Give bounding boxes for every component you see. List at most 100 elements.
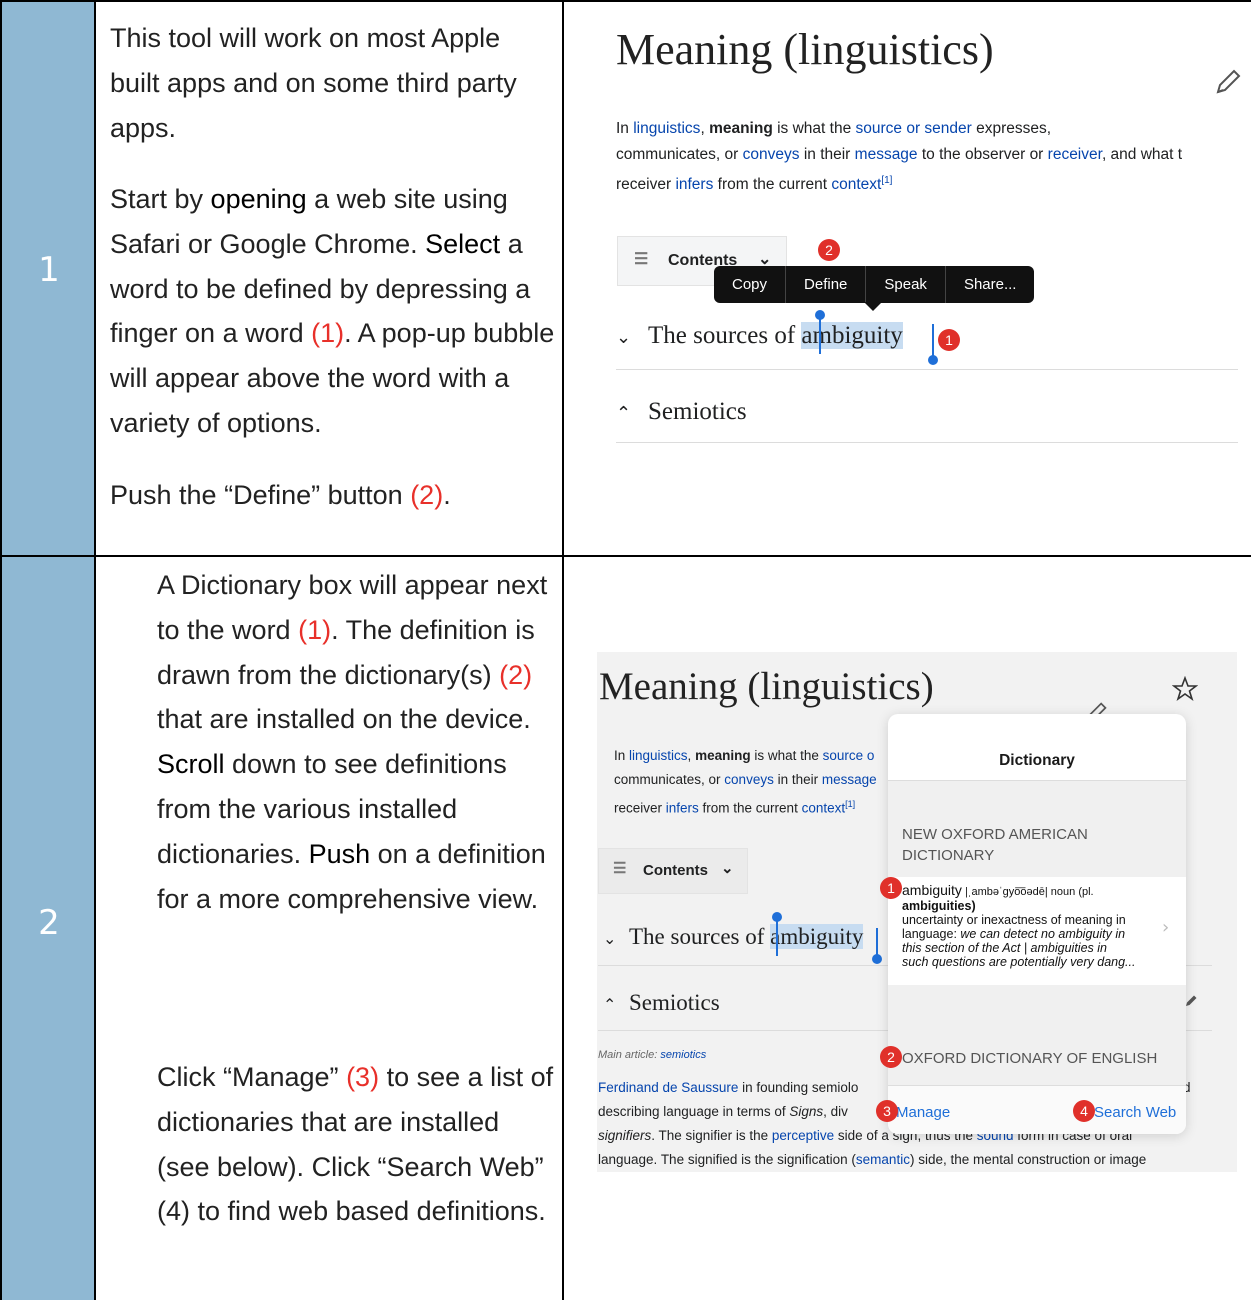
divider: [616, 369, 1238, 370]
link-semantic[interactable]: semantic: [856, 1152, 910, 1167]
callout-marker: (2): [499, 659, 533, 690]
selection-handle-dot[interactable]: [815, 310, 825, 320]
section-heading[interactable]: ⌃ Semiotics: [616, 398, 747, 426]
entry-example: such questions are potentially very dang…: [902, 955, 1136, 969]
section-title: The sources of: [629, 924, 771, 949]
link-source[interactable]: source or sender: [856, 120, 972, 137]
search-web-button[interactable]: Search Web: [1094, 1104, 1176, 1121]
link-perceptive[interactable]: perceptive: [772, 1128, 834, 1143]
citation[interactable]: [1]: [845, 799, 855, 809]
context-popup: Copy Define Speak Share...: [714, 266, 1035, 303]
link-saussure[interactable]: Ferdinand de Saussure: [598, 1080, 738, 1095]
section-title: Semiotics: [629, 990, 720, 1015]
pencil-icon[interactable]: [1214, 68, 1242, 96]
instruction-text: .: [443, 480, 451, 510]
selected-word[interactable]: ambiguity: [801, 322, 903, 349]
link-conveys[interactable]: conveys: [724, 772, 774, 787]
dictionary-header: Dictionary: [999, 752, 1075, 769]
callout-marker: (1): [311, 318, 345, 349]
screenshot-cell: Meaning (linguistics) In linguistics, me…: [564, 2, 1251, 555]
entry-definition: uncertainty or inexactness of meaning in: [902, 913, 1126, 927]
chevron-up-icon: ⌃: [603, 997, 617, 1014]
chevron-right-icon: ›: [1162, 917, 1170, 938]
body-text: in founding semiolo: [738, 1080, 859, 1095]
entry-definition: language:: [902, 927, 961, 941]
body-text: Main article:: [598, 1049, 661, 1061]
contents-toggle[interactable]: ☰ Contents ⌄: [598, 848, 748, 894]
entry-pronunciation: |ˌambəˈgyo͞oədē| noun (pl.: [961, 886, 1094, 898]
instruction-text: Start by: [110, 184, 211, 214]
citation[interactable]: [1]: [881, 175, 892, 186]
section-heading[interactable]: ⌄ The sources of ambiguity: [603, 924, 864, 950]
link-context[interactable]: context: [802, 801, 846, 816]
body-text: expresses,: [971, 120, 1052, 137]
article-title: Meaning (linguistics): [599, 665, 934, 708]
body-text: In: [614, 748, 630, 763]
list-icon: ☰: [634, 251, 649, 268]
article-intro: In linguistics, meaning is what the sour…: [614, 744, 877, 821]
link-message[interactable]: message: [822, 772, 877, 787]
annotation-badge-2: 2: [818, 239, 840, 261]
body-text: . The signifier is the: [651, 1128, 772, 1143]
section-bg: [888, 985, 1186, 1085]
link-infers[interactable]: infers: [675, 176, 713, 193]
chevron-down-icon: ⌄: [721, 860, 734, 877]
selection-handle-dot[interactable]: [872, 954, 882, 964]
body-text: communicates, or: [616, 146, 743, 163]
contents-label: Contents: [643, 862, 708, 879]
section-heading[interactable]: ⌄ The sources of ambiguity: [616, 322, 903, 350]
instruction-text: Push the “Define” button: [110, 480, 411, 510]
keyword-opening: opening: [210, 184, 307, 214]
keyword-scroll: Scroll: [157, 749, 225, 780]
star-icon[interactable]: [1172, 676, 1198, 702]
annotation-badge-3: 3: [876, 1100, 898, 1122]
main-article-note: Main article: semiotics: [598, 1042, 706, 1068]
divider: [616, 442, 1238, 443]
link-conveys[interactable]: conveys: [743, 146, 800, 163]
dictionary-entry[interactable]: ambiguity |ˌambəˈgyo͞oədē| noun (pl. amb…: [888, 877, 1186, 985]
link-linguistics[interactable]: linguistics: [633, 120, 700, 137]
list-icon: ☰: [613, 860, 627, 877]
instruction-paragraph: Start by opening a web site using Safari…: [110, 177, 558, 446]
entry-example: this section of the Act | ambiguities in: [902, 941, 1107, 955]
speak-button[interactable]: Speak: [866, 266, 946, 303]
share-button[interactable]: Share...: [946, 266, 1035, 303]
bold-term: meaning: [695, 748, 751, 763]
body-text: to the observer or: [917, 146, 1048, 163]
body-text: is what the: [772, 120, 856, 137]
section-heading[interactable]: ⌃ Semiotics: [603, 990, 720, 1016]
table-row: 1 This tool will work on most Apple buil…: [0, 2, 1251, 555]
article-title: Meaning (linguistics): [616, 25, 994, 74]
body-text: , div: [823, 1104, 848, 1119]
body-text: in their: [773, 772, 822, 787]
annotation-badge-1: 1: [938, 329, 960, 351]
link-infers[interactable]: infers: [666, 801, 699, 816]
body-text: is what the: [750, 748, 823, 763]
link-linguistics[interactable]: linguistics: [629, 748, 688, 763]
selection-handle[interactable]: [932, 324, 934, 358]
link-message[interactable]: message: [855, 146, 918, 163]
copy-button[interactable]: Copy: [714, 266, 787, 303]
bold-term: meaning: [709, 120, 773, 137]
chevron-down-icon: ⌄: [603, 931, 617, 948]
manage-button[interactable]: Manage: [896, 1104, 950, 1121]
define-button[interactable]: Define: [786, 266, 867, 303]
selection-handle[interactable]: [819, 318, 821, 354]
instruction-text: that are installed on the device.: [157, 704, 531, 735]
selection-handle-dot[interactable]: [928, 355, 938, 365]
link-semiotics[interactable]: semiotics: [660, 1049, 706, 1061]
entry-example: we can detect no ambiguity in: [960, 927, 1126, 941]
chevron-up-icon: ⌃: [616, 403, 632, 423]
selection-handle-dot[interactable]: [772, 912, 782, 922]
link-receiver[interactable]: receiver: [1048, 146, 1102, 163]
link-source[interactable]: source o: [823, 748, 875, 763]
article-intro: In linguistics, meaning is what the sour…: [616, 116, 1251, 198]
italic-term: Signs: [789, 1104, 824, 1119]
selected-word[interactable]: ambiguity: [770, 924, 864, 949]
instruction-text-cell: This tool will work on most Apple built …: [96, 2, 564, 555]
link-context[interactable]: context: [831, 176, 881, 193]
annotation-badge-2: 2: [880, 1046, 902, 1068]
body-text: from the current: [713, 176, 832, 194]
selection-handle[interactable]: [776, 920, 778, 956]
instruction-paragraph: A Dictionary box will appear next to the…: [157, 563, 557, 921]
